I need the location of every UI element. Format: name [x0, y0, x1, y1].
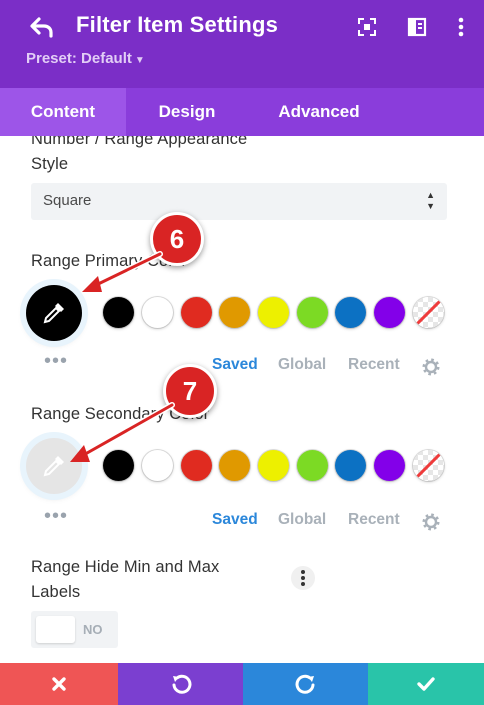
palette-global-tab[interactable]: Global — [278, 511, 326, 529]
undo-arrow-icon[interactable] — [28, 13, 58, 43]
palette-global-tab[interactable]: Global — [278, 356, 326, 374]
swatch-transparent[interactable] — [413, 297, 444, 328]
gear-icon[interactable] — [422, 358, 440, 376]
swatch-blue[interactable] — [335, 450, 366, 481]
swatch-purple[interactable] — [374, 297, 405, 328]
swatch-orange[interactable] — [219, 450, 250, 481]
preset-label: Preset: Default — [26, 50, 132, 67]
gear-icon[interactable] — [422, 513, 440, 531]
swatch-red[interactable] — [181, 297, 212, 328]
redo-icon — [295, 674, 314, 694]
tab-bar: Content Design Advanced — [0, 88, 484, 136]
eyedropper-icon — [43, 456, 64, 477]
settings-panel[interactable]: Number / Range Appearance Style Square ▲… — [0, 136, 484, 663]
palette-saved-tab[interactable]: Saved — [212, 511, 258, 529]
appearance-style-label: Number / Range Appearance Style — [31, 136, 248, 173]
swatch-black[interactable] — [103, 450, 134, 481]
annotation-badge-7: 7 — [163, 364, 217, 418]
hide-labels-toggle[interactable]: NO — [31, 611, 118, 648]
undo-icon — [172, 674, 191, 694]
eyedropper-icon — [43, 303, 64, 324]
swatch-orange[interactable] — [219, 297, 250, 328]
secondary-color-picker[interactable] — [26, 438, 82, 494]
hide-labels-label: Range Hide Min and Max Labels — [31, 558, 220, 601]
swatch-yellow[interactable] — [258, 450, 289, 481]
swatch-white[interactable] — [142, 450, 173, 481]
select-arrows-icon: ▲ ▼ — [426, 190, 435, 211]
palette-saved-tab[interactable]: Saved — [212, 356, 258, 374]
redo-button[interactable] — [243, 663, 368, 705]
appearance-style-select[interactable]: Square ▲ ▼ — [31, 183, 447, 220]
page-title: Filter Item Settings — [76, 12, 279, 37]
close-icon — [52, 677, 66, 691]
swatch-white[interactable] — [142, 297, 173, 328]
select-value: Square — [43, 192, 92, 209]
settings-header: Filter Item Settings Preset: Default ▼ — [0, 0, 484, 88]
more-options-dots[interactable]: ••• — [44, 351, 68, 371]
caret-down-icon: ▼ — [134, 55, 145, 66]
more-options-icon[interactable] — [291, 566, 315, 590]
primary-color-picker[interactable] — [26, 285, 82, 341]
swatch-red[interactable] — [181, 450, 212, 481]
more-options-dots[interactable]: ••• — [44, 506, 68, 526]
checkmark-icon — [417, 677, 435, 691]
palette-recent-tab[interactable]: Recent — [348, 511, 400, 529]
tab-design[interactable]: Design — [126, 88, 248, 136]
swatch-green[interactable] — [297, 297, 328, 328]
annotation-badge-6: 6 — [150, 212, 204, 266]
toggle-state: NO — [83, 622, 103, 637]
swatch-transparent[interactable] — [413, 450, 444, 481]
swatch-black[interactable] — [103, 297, 134, 328]
footer-actions — [0, 663, 484, 705]
tab-advanced[interactable]: Advanced — [248, 88, 390, 136]
undo-button[interactable] — [118, 663, 243, 705]
save-button[interactable] — [368, 663, 484, 705]
swatch-yellow[interactable] — [258, 297, 289, 328]
tab-content[interactable]: Content — [0, 88, 126, 136]
preset-dropdown[interactable]: Preset: Default ▼ — [26, 50, 145, 67]
split-view-icon[interactable] — [406, 16, 428, 38]
palette-recent-tab[interactable]: Recent — [348, 356, 400, 374]
swatch-blue[interactable] — [335, 297, 366, 328]
swatch-purple[interactable] — [374, 450, 405, 481]
fullscreen-icon[interactable] — [356, 16, 378, 38]
swatch-green[interactable] — [297, 450, 328, 481]
more-vertical-icon[interactable] — [450, 16, 472, 38]
discard-button[interactable] — [0, 663, 118, 705]
toggle-knob — [36, 616, 75, 643]
